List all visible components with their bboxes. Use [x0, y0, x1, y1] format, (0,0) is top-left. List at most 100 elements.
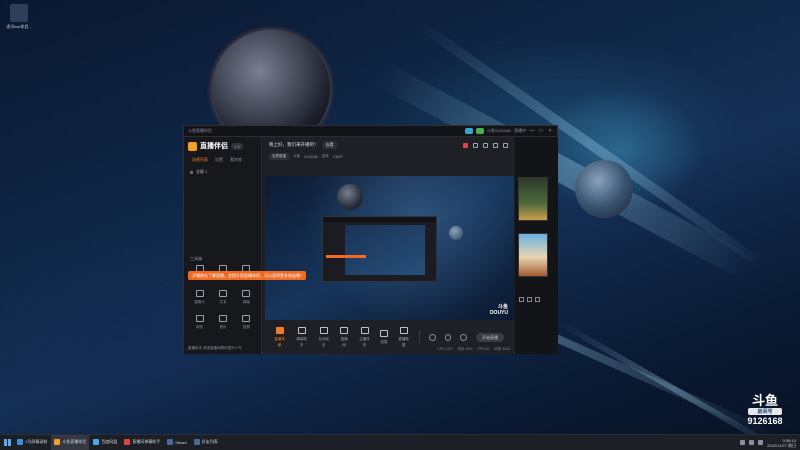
title-pill-blue[interactable]	[464, 128, 473, 134]
tool-live-scene[interactable]: 直播场景	[273, 326, 286, 348]
game-thumbnail-1[interactable]	[518, 177, 548, 221]
onboarding-banner[interactable]: 开播前先了解直播，会提升您直播体验，可以获得更多收益哦！	[188, 271, 306, 280]
tool-data[interactable]: 直播数据	[397, 326, 410, 348]
close-button[interactable]: ×	[547, 128, 553, 134]
start-button[interactable]	[0, 435, 14, 450]
left-panel: 直播伴侣 1.3 场景列表 设置 素材库 全屏 1 工具箱 全屏 视频 图片 摄…	[184, 137, 262, 354]
side-tools	[519, 297, 540, 302]
tag: 游戏	[321, 154, 329, 158]
tool-label: 直播场景	[274, 336, 285, 347]
tool-web[interactable]: 网页	[188, 315, 211, 330]
taskbar-item[interactable]: 斗鱼直播伴侣	[51, 434, 90, 450]
grid-icon[interactable]	[519, 297, 524, 302]
title-pill-green[interactable]	[475, 128, 484, 134]
main-header: 晚上好，我们来开播吧！ 去看	[263, 137, 514, 153]
room-number: 9126168	[747, 416, 783, 426]
brand-logo-icon	[188, 141, 197, 151]
windows-icon	[3, 439, 11, 446]
tool-label: 音乐	[219, 325, 227, 329]
left-footer-link[interactable]: 直播助手·其他直播间帮你提升人气	[188, 346, 242, 351]
record-toggle-icon[interactable]	[444, 333, 452, 341]
tool-cast[interactable]: 投屏	[235, 315, 258, 330]
taskbar-tasks: 1号屏幕录制 斗鱼直播伴侣 百度网盘 直播间弹幕助手 Steam 好友列表	[14, 434, 222, 450]
gift-icon[interactable]	[473, 142, 478, 148]
taskbar-item-label: 斗鱼直播伴侣	[62, 439, 87, 444]
minimize-button[interactable]: —	[529, 128, 535, 134]
stream-tags: 全屏直播 斗鱼 9126168 游戏 1080P	[263, 153, 514, 160]
app-icon	[124, 439, 131, 445]
window-title: 斗鱼直播伴侣	[188, 128, 212, 133]
share-icon[interactable]	[503, 142, 508, 148]
taskbar-item-label: Steam	[175, 439, 187, 445]
taskbar-item[interactable]: Steam	[164, 435, 190, 450]
cast-icon	[242, 315, 251, 322]
desktop: { "desktop": { "icon_label": "虎牙live伴侣..…	[0, 0, 800, 450]
list-icon[interactable]	[527, 297, 532, 302]
tool-tasks[interactable]: 主播任务	[358, 326, 371, 348]
title-bar: 斗鱼直播伴侣 斗鱼9126168 · 直播中 — □ ×	[184, 126, 557, 137]
globe-icon	[195, 315, 204, 322]
version-badge[interactable]: 1.3	[231, 142, 243, 150]
nebula-streak	[558, 320, 787, 450]
taskbar: 1号屏幕录制 斗鱼直播伴侣 百度网盘 直播间弹幕助手 Steam 好友列表 0:36:14…	[0, 434, 800, 450]
clock[interactable]: 0:36:14 2022/11/27 周日	[767, 438, 796, 448]
app-icon	[17, 439, 23, 445]
volume-icon[interactable]	[749, 440, 755, 445]
status-bar: CPU 12% 内存 45% FPS 60 码率 3000	[437, 347, 510, 352]
greeting-button[interactable]: 去看	[322, 141, 337, 149]
tool-camera[interactable]: 摄像头	[188, 290, 211, 305]
greeting-text: 晚上好，我们来开播吧！	[269, 142, 319, 147]
music-icon	[218, 315, 227, 322]
taskbar-item[interactable]: 好友列表	[190, 435, 221, 450]
taskbar-item[interactable]: 直播间弹幕助手	[121, 435, 164, 450]
maximize-button[interactable]: □	[538, 128, 544, 134]
preview-planet-small	[449, 226, 463, 240]
taskbar-item[interactable]: 百度网盘	[90, 435, 121, 450]
ime-icon[interactable]	[758, 440, 764, 445]
douyu-logo: 斗鱼	[751, 393, 778, 408]
left-tabs: 场景列表 设置 素材库	[184, 155, 261, 165]
tool-danmaku-assistant[interactable]: 弹幕助手	[295, 326, 308, 348]
tool-room[interactable]: 直播间	[339, 326, 349, 348]
tool-danmaku[interactable]: 弹幕	[235, 290, 258, 305]
app-icon	[167, 439, 174, 445]
mic-icon	[380, 329, 389, 337]
record-icon[interactable]	[463, 142, 468, 148]
room-icon	[340, 326, 349, 334]
chart-icon[interactable]	[483, 142, 488, 148]
tool-label: 直播数据	[398, 336, 409, 347]
fps-status: FPS 60	[477, 347, 490, 351]
task-icon	[360, 326, 369, 334]
tool-text[interactable]: 文本	[211, 290, 234, 305]
camera-icon	[195, 290, 204, 297]
preview-watermark: 斗鱼 DOUYU	[489, 304, 508, 316]
tag[interactable]: 全屏直播	[269, 153, 289, 160]
start-live-button[interactable]: 开始直播	[476, 332, 504, 342]
clock-date: 2022/11/27 周日	[767, 442, 796, 448]
settings-icon[interactable]	[460, 333, 468, 341]
tool-label: 投屏	[242, 325, 250, 329]
taskbar-item-label: 1号屏幕录制	[25, 439, 48, 444]
taskbar-item[interactable]: 1号屏幕录制	[14, 435, 51, 450]
app-icon	[93, 439, 100, 445]
visibility-icon[interactable]	[190, 170, 193, 174]
tool-music[interactable]: 音乐	[211, 315, 234, 330]
more-icon[interactable]	[535, 297, 540, 302]
scene-item[interactable]: 全屏 1	[184, 165, 261, 179]
tool-interactive[interactable]: 互动玩法	[317, 326, 330, 348]
box-icon[interactable]	[493, 142, 498, 148]
desktop-shortcut[interactable]: 虎牙live伴侣...	[4, 4, 34, 30]
game-thumbnail-2[interactable]	[518, 233, 548, 277]
scene-icon	[275, 326, 284, 334]
douyu-watermark: 斗鱼 房间号 9126168	[742, 394, 788, 426]
tab-materials[interactable]: 素材库	[230, 157, 242, 163]
stream-preview[interactable]: 斗鱼 DOUYU	[265, 176, 514, 320]
info-icon[interactable]	[429, 333, 436, 341]
toolbox-label: 工具箱	[190, 256, 202, 261]
tab-scenes[interactable]: 场景列表	[192, 157, 208, 163]
chat-icon	[297, 326, 306, 334]
tool-mic[interactable]: 连麦	[380, 329, 389, 345]
tab-settings[interactable]: 设置	[215, 157, 223, 163]
desktop-shortcut-label: 虎牙live伴侣...	[6, 24, 32, 29]
network-icon[interactable]	[740, 440, 746, 445]
